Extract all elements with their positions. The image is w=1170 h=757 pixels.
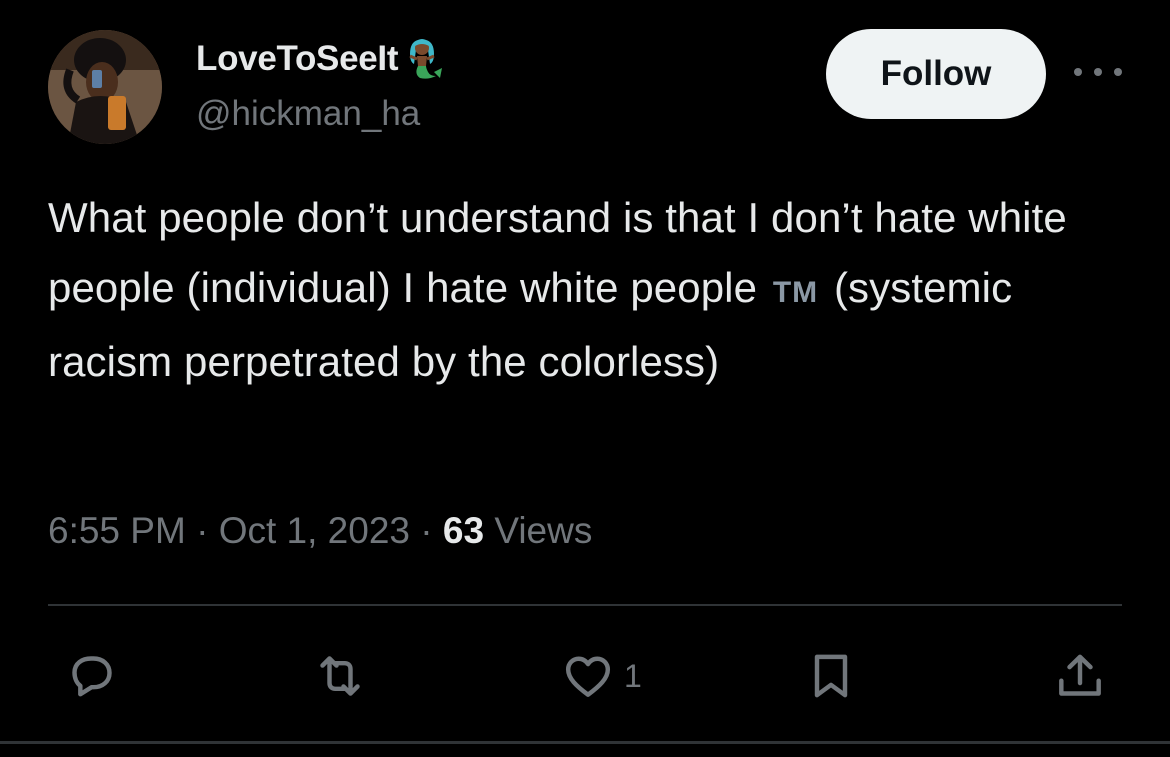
share-icon <box>1059 654 1101 696</box>
share-button[interactable] <box>1052 648 1108 704</box>
more-horizontal-icon[interactable] <box>1074 58 1122 86</box>
heart-icon <box>565 656 611 697</box>
like-count: 1 <box>624 657 642 694</box>
avatar[interactable] <box>48 30 162 144</box>
views-count: 63 <box>442 510 485 551</box>
handle[interactable]: @hickman_ha <box>196 92 420 136</box>
reply-icon <box>72 656 112 697</box>
like-button[interactable]: 1 <box>560 648 642 704</box>
bottom-divider <box>0 741 1170 744</box>
display-name-text: LoveToSeeIt <box>196 39 399 78</box>
bookmark-button[interactable] <box>803 648 859 704</box>
reply-button[interactable] <box>64 648 120 704</box>
tweet-time[interactable]: 6:55 PM <box>48 510 186 551</box>
views-label: Views <box>494 510 593 551</box>
bookmark-icon <box>814 654 848 698</box>
more-dot <box>1114 68 1122 76</box>
retweet-button[interactable] <box>312 648 368 704</box>
divider <box>48 604 1122 606</box>
tweet-metadata: 6:55 PM · Oct 1, 2023 · 63 Views <box>48 505 592 557</box>
follow-button[interactable]: Follow <box>826 29 1046 119</box>
meta-separator: · <box>196 510 209 551</box>
meta-separator: · <box>420 510 433 551</box>
tweet-text: What people don’t understand is that I d… <box>48 183 1128 397</box>
display-name[interactable]: LoveToSeeIt <box>196 36 446 82</box>
tweet-date[interactable]: Oct 1, 2023 <box>219 510 410 551</box>
avatar-photo-icon <box>48 30 162 144</box>
trademark-symbol: TM <box>772 275 819 309</box>
mermaid-emoji-icon <box>400 36 446 82</box>
more-dot <box>1074 68 1082 76</box>
tweet-card: LoveToSeeIt @hickman_ha Follow What peop… <box>0 0 1170 757</box>
more-dot <box>1094 68 1102 76</box>
retweet-icon <box>320 656 360 696</box>
